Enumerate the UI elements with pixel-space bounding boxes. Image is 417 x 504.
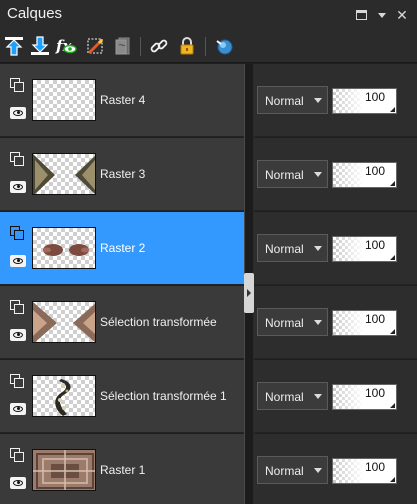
- resize-corner-icon: [390, 329, 395, 334]
- visibility-eye-icon[interactable]: [10, 255, 26, 267]
- layer-row-selected[interactable]: Raster 2 Normal 100: [0, 212, 417, 286]
- merge-icon[interactable]: [213, 35, 235, 57]
- opacity-field[interactable]: 100: [332, 236, 397, 262]
- blend-mode-dropdown[interactable]: Normal: [257, 382, 328, 410]
- layer-row-main[interactable]: Raster 1: [0, 434, 244, 504]
- opacity-value: 100: [365, 460, 386, 474]
- visibility-eye-icon[interactable]: [10, 181, 26, 193]
- visibility-eye-icon[interactable]: [10, 403, 26, 415]
- resize-corner-icon: [390, 403, 395, 408]
- panel-title-bar: Calques ✕: [0, 0, 417, 30]
- move-layer-up-icon[interactable]: [3, 35, 25, 57]
- toolbar-separator: [205, 37, 206, 56]
- blend-mode-label: Normal: [265, 464, 304, 478]
- layer-name: Raster 1: [100, 463, 146, 477]
- opacity-field[interactable]: 100: [332, 88, 397, 114]
- layer-properties-icon[interactable]: [10, 78, 24, 92]
- opacity-value: 100: [365, 238, 386, 252]
- layer-name: Raster 2: [100, 241, 146, 255]
- lock-icon[interactable]: [176, 35, 198, 57]
- edit-mask-icon[interactable]: [84, 35, 106, 57]
- blend-mode-label: Normal: [265, 316, 304, 330]
- layer-row-main[interactable]: Raster 2: [0, 212, 244, 285]
- layer-row-main[interactable]: Sélection transformée: [0, 286, 244, 359]
- splitter-handle[interactable]: [244, 273, 254, 313]
- dropdown-icon[interactable]: [374, 7, 390, 23]
- layer-row[interactable]: Raster 3 Normal 100: [0, 138, 417, 212]
- blend-mode-dropdown[interactable]: Normal: [257, 86, 328, 114]
- layer-name: Raster 3: [100, 167, 146, 181]
- blend-mode-dropdown[interactable]: Normal: [257, 308, 328, 336]
- layer-row-controls: Normal 100: [254, 286, 417, 359]
- layer-properties-icon[interactable]: [10, 300, 24, 314]
- chevron-right-icon: [247, 289, 251, 297]
- layer-row[interactable]: Sélection transformée Normal 100: [0, 286, 417, 360]
- blend-mode-label: Normal: [265, 390, 304, 404]
- blend-mode-dropdown[interactable]: Normal: [257, 456, 328, 484]
- layer-row-controls: Normal 100: [254, 212, 417, 285]
- layer-thumbnail: [32, 449, 96, 491]
- resize-corner-icon: [390, 107, 395, 112]
- chevron-down-icon: [314, 246, 322, 251]
- resize-corner-icon: [390, 477, 395, 482]
- panel-title: Calques: [7, 5, 63, 22]
- layer-row[interactable]: Raster 1 Normal 100: [0, 434, 417, 504]
- layer-row-main[interactable]: Raster 4: [0, 64, 244, 137]
- blend-mode-label: Normal: [265, 242, 304, 256]
- layers-toolbar: fx: [0, 30, 417, 63]
- opacity-field[interactable]: 100: [332, 458, 397, 484]
- layer-properties-icon[interactable]: [10, 448, 24, 462]
- layer-thumbnail: [32, 301, 96, 343]
- layer-thumbnail: [32, 375, 96, 417]
- opacity-value: 100: [365, 312, 386, 326]
- layer-name: Sélection transformée: [100, 315, 217, 329]
- toolbar-separator: [140, 37, 141, 56]
- layer-name: Raster 4: [100, 93, 146, 107]
- layer-row-controls: Normal 100: [254, 360, 417, 433]
- chevron-down-icon: [314, 98, 322, 103]
- blend-mode-label: Normal: [265, 168, 304, 182]
- opacity-value: 100: [365, 164, 386, 178]
- visibility-eye-icon[interactable]: [10, 329, 26, 341]
- visibility-eye-icon[interactable]: [10, 477, 26, 489]
- layer-thumbnail: [32, 79, 96, 121]
- layer-row-main[interactable]: Raster 3: [0, 138, 244, 211]
- blend-mode-label: Normal: [265, 94, 304, 108]
- layer-properties-icon[interactable]: [10, 374, 24, 388]
- layer-properties-icon[interactable]: [10, 226, 24, 240]
- layer-name: Sélection transformée 1: [100, 389, 227, 403]
- layer-row-controls: Normal 100: [254, 138, 417, 211]
- visibility-eye-icon[interactable]: [10, 107, 26, 119]
- layer-row[interactable]: Sélection transformée 1 Normal 100: [0, 360, 417, 434]
- chevron-down-icon: [314, 394, 322, 399]
- link-layers-icon[interactable]: [148, 35, 170, 57]
- lock-mask-icon[interactable]: [112, 35, 134, 57]
- blend-mode-dropdown[interactable]: Normal: [257, 160, 328, 188]
- chevron-down-icon: [314, 320, 322, 325]
- restore-icon[interactable]: [353, 7, 369, 23]
- layer-properties-icon[interactable]: [10, 152, 24, 166]
- opacity-field[interactable]: 100: [332, 162, 397, 188]
- layer-row[interactable]: Raster 4 Normal 100: [0, 64, 417, 138]
- opacity-value: 100: [365, 386, 386, 400]
- layer-thumbnail: [32, 227, 96, 269]
- opacity-field[interactable]: 100: [332, 310, 397, 336]
- layer-row-controls: Normal 100: [254, 64, 417, 137]
- close-icon[interactable]: ✕: [394, 7, 410, 23]
- layer-thumbnail: [32, 153, 96, 195]
- layer-row-controls: Normal 100: [254, 434, 417, 504]
- layer-row-main[interactable]: Sélection transformée 1: [0, 360, 244, 433]
- opacity-value: 100: [365, 90, 386, 104]
- resize-corner-icon: [390, 181, 395, 186]
- toggle-visibility-icon[interactable]: fx: [55, 35, 77, 57]
- move-layer-down-icon[interactable]: [29, 35, 51, 57]
- resize-corner-icon: [390, 255, 395, 260]
- chevron-down-icon: [314, 468, 322, 473]
- blend-mode-dropdown[interactable]: Normal: [257, 234, 328, 262]
- chevron-down-icon: [314, 172, 322, 177]
- opacity-field[interactable]: 100: [332, 384, 397, 410]
- layers-list: Raster 4 Normal 100 Raster 3 Normal 100 …: [0, 64, 417, 504]
